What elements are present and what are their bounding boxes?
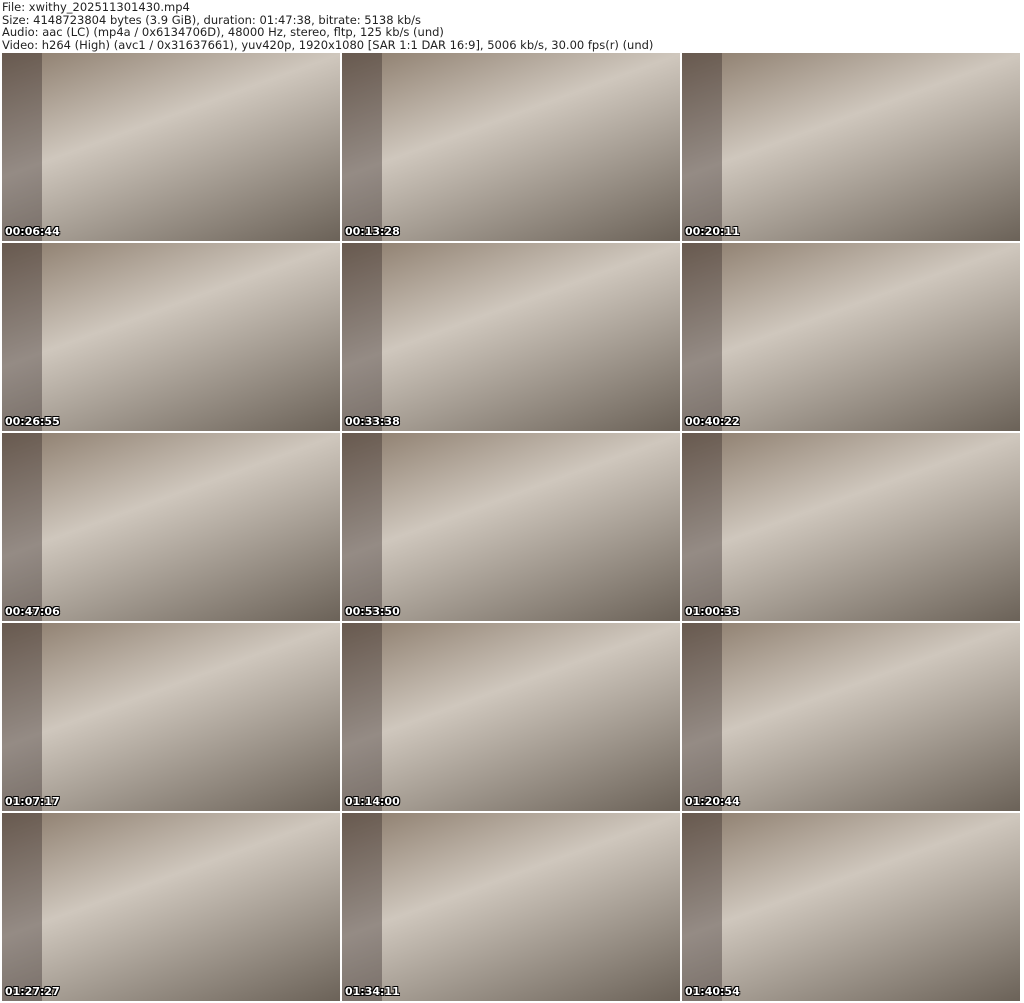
thumbnail-overlay-panel xyxy=(342,813,382,1001)
thumbnail-overlay-panel xyxy=(342,53,382,241)
thumbnail-overlay-panel xyxy=(2,623,42,811)
thumbnail-timestamp: 00:26:55 xyxy=(5,415,60,428)
video-thumbnail: 00:53:50 xyxy=(342,433,680,621)
video-thumbnail: 00:26:55 xyxy=(2,243,340,431)
video-thumbnail: 01:07:17 xyxy=(2,623,340,811)
video-thumbnail: 00:06:44 xyxy=(2,53,340,241)
thumbnail-timestamp: 00:33:38 xyxy=(345,415,400,428)
thumbnail-timestamp: 00:47:06 xyxy=(5,605,60,618)
thumbnail-timestamp: 00:40:22 xyxy=(685,415,740,428)
video-thumbnail: 00:40:22 xyxy=(682,243,1020,431)
thumbnail-overlay-panel xyxy=(2,53,42,241)
thumbnail-overlay-panel xyxy=(682,623,722,811)
video-thumbnail: 01:00:33 xyxy=(682,433,1020,621)
thumbnail-timestamp: 00:53:50 xyxy=(345,605,400,618)
thumbnail-overlay-panel xyxy=(342,623,382,811)
video-thumbnail: 01:20:44 xyxy=(682,623,1020,811)
thumbnail-overlay-panel xyxy=(682,813,722,1001)
file-name: File: xwithy_202511301430.mp4 xyxy=(2,0,190,14)
thumbnail-timestamp: 00:13:28 xyxy=(345,225,400,238)
video-thumbnail: 00:13:28 xyxy=(342,53,680,241)
thumbnail-timestamp: 00:20:11 xyxy=(685,225,740,238)
thumbnail-timestamp: 01:07:17 xyxy=(5,795,60,808)
thumbnail-timestamp: 01:00:33 xyxy=(685,605,740,618)
thumbnail-overlay-panel xyxy=(682,243,722,431)
video-thumbnail: 01:14:00 xyxy=(342,623,680,811)
thumbnail-timestamp: 01:34:11 xyxy=(345,985,400,998)
thumbnail-overlay-panel xyxy=(2,243,42,431)
video-info: Video: h264 (High) (avc1 / 0x31637661), … xyxy=(2,37,654,52)
thumbnail-timestamp: 01:14:00 xyxy=(345,795,400,808)
thumbnail-grid: 00:06:44 00:13:28 00:20:11 00:26:55 00:33:38… xyxy=(2,53,1020,1001)
video-thumbnail: 01:27:27 xyxy=(2,813,340,1001)
video-thumbnail: 00:47:06 xyxy=(2,433,340,621)
thumbnail-overlay-panel xyxy=(2,813,42,1001)
thumbnail-overlay-panel xyxy=(682,433,722,621)
video-thumbnail: 01:40:54 xyxy=(682,813,1020,1001)
thumbnail-timestamp: 00:06:44 xyxy=(5,225,60,238)
audio-info: Audio: aac (LC) (mp4a / 0x6134706D), 480… xyxy=(2,25,444,39)
file-info-header: File: xwithy_202511301430.mp4 Size: 4148… xyxy=(2,1,653,51)
thumbnail-timestamp: 01:20:44 xyxy=(685,795,740,808)
thumbnail-overlay-panel xyxy=(342,243,382,431)
thumbnail-overlay-panel xyxy=(2,433,42,621)
video-thumbnail: 01:34:11 xyxy=(342,813,680,1001)
video-thumbnail: 00:33:38 xyxy=(342,243,680,431)
thumbnail-timestamp: 01:40:54 xyxy=(685,985,740,998)
thumbnail-timestamp: 01:27:27 xyxy=(5,985,60,998)
thumbnail-overlay-panel xyxy=(682,53,722,241)
video-thumbnail: 00:20:11 xyxy=(682,53,1020,241)
thumbnail-overlay-panel xyxy=(342,433,382,621)
